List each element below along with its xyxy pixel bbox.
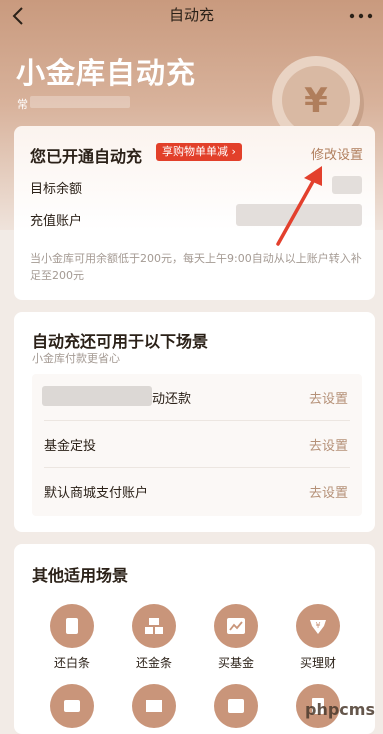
recharge-note: 当小金库可用余额低于200元，每天上午9:00自动从以上账户转入补足至200元 <box>30 252 362 282</box>
target-balance-label: 目标余额 <box>30 182 83 197</box>
watermark: phpcms <box>305 700 375 719</box>
other-item-baitiao[interactable]: 还白条 <box>42 604 102 671</box>
scenario-item-repayment[interactable]: 动还款 去设置 <box>32 374 362 421</box>
scenario-item-fund-plan[interactable]: 基金定投 去设置 <box>32 421 362 468</box>
other-item-label: 买理财 <box>299 656 336 670</box>
scenarios-subtitle: 小金库付款更省心 <box>32 352 120 365</box>
more-icon[interactable] <box>348 12 374 20</box>
scenario-label: 基金定投 <box>44 439 97 454</box>
clock-icon <box>214 684 258 728</box>
page-title: 自动充 <box>168 6 214 24</box>
setup-link[interactable]: 去设置 <box>309 435 348 454</box>
yen-gem-icon: ¥ <box>296 604 340 648</box>
setup-link[interactable]: 去设置 <box>309 482 348 501</box>
other-item-wealth[interactable]: ¥ 买理财 <box>288 604 348 671</box>
hero-title: 小金库自动充 <box>16 56 197 90</box>
annotation-arrow <box>276 166 322 246</box>
svg-text:¥: ¥ <box>315 621 320 630</box>
other-item-more-3[interactable] <box>206 684 266 728</box>
store-icon <box>132 684 176 728</box>
recharge-account-label: 充值账户 <box>30 214 83 229</box>
svg-text:¥: ¥ <box>304 81 328 121</box>
top-bar: 自动充 <box>0 0 383 32</box>
other-item-label: 还金条 <box>135 656 172 670</box>
other-item-jintiao[interactable]: 还金条 <box>124 604 184 671</box>
other-item-label: 买基金 <box>217 656 254 670</box>
wallet-icon <box>50 684 94 728</box>
promo-badge[interactable]: 享购物单单减 › <box>156 143 242 161</box>
other-scenarios-title: 其他适用场景 <box>32 566 129 585</box>
other-item-more-2[interactable] <box>124 684 184 728</box>
scenarios-title: 自动充还可用于以下场景 <box>32 332 209 351</box>
scenarios-card: 自动充还可用于以下场景 小金库付款更省心 动还款 去设置 基金定投 去设置 默认… <box>14 312 375 532</box>
hero-subtitle-redacted <box>30 96 130 108</box>
hero-subtitle: 常 <box>17 98 28 111</box>
other-item-label: 还白条 <box>53 656 90 670</box>
bars-icon <box>132 604 176 648</box>
other-item-fund[interactable]: 买基金 <box>206 604 266 671</box>
redacted-prefix <box>42 386 152 406</box>
chart-icon <box>214 604 258 648</box>
card-icon <box>50 604 94 648</box>
scenario-item-default-payment[interactable]: 默认商城支付账户 去设置 <box>32 468 362 515</box>
target-balance-value <box>332 176 362 194</box>
scenario-label: 动还款 <box>152 392 192 407</box>
status-title: 您已开通自动充 <box>30 147 143 166</box>
scenario-label: 默认商城支付账户 <box>44 486 149 501</box>
scenario-list: 动还款 去设置 基金定投 去设置 默认商城支付账户 去设置 <box>32 374 362 516</box>
setup-link[interactable]: 去设置 <box>309 388 348 407</box>
other-item-more-1[interactable] <box>42 684 102 728</box>
modify-settings-link[interactable]: 修改设置 <box>311 144 363 163</box>
